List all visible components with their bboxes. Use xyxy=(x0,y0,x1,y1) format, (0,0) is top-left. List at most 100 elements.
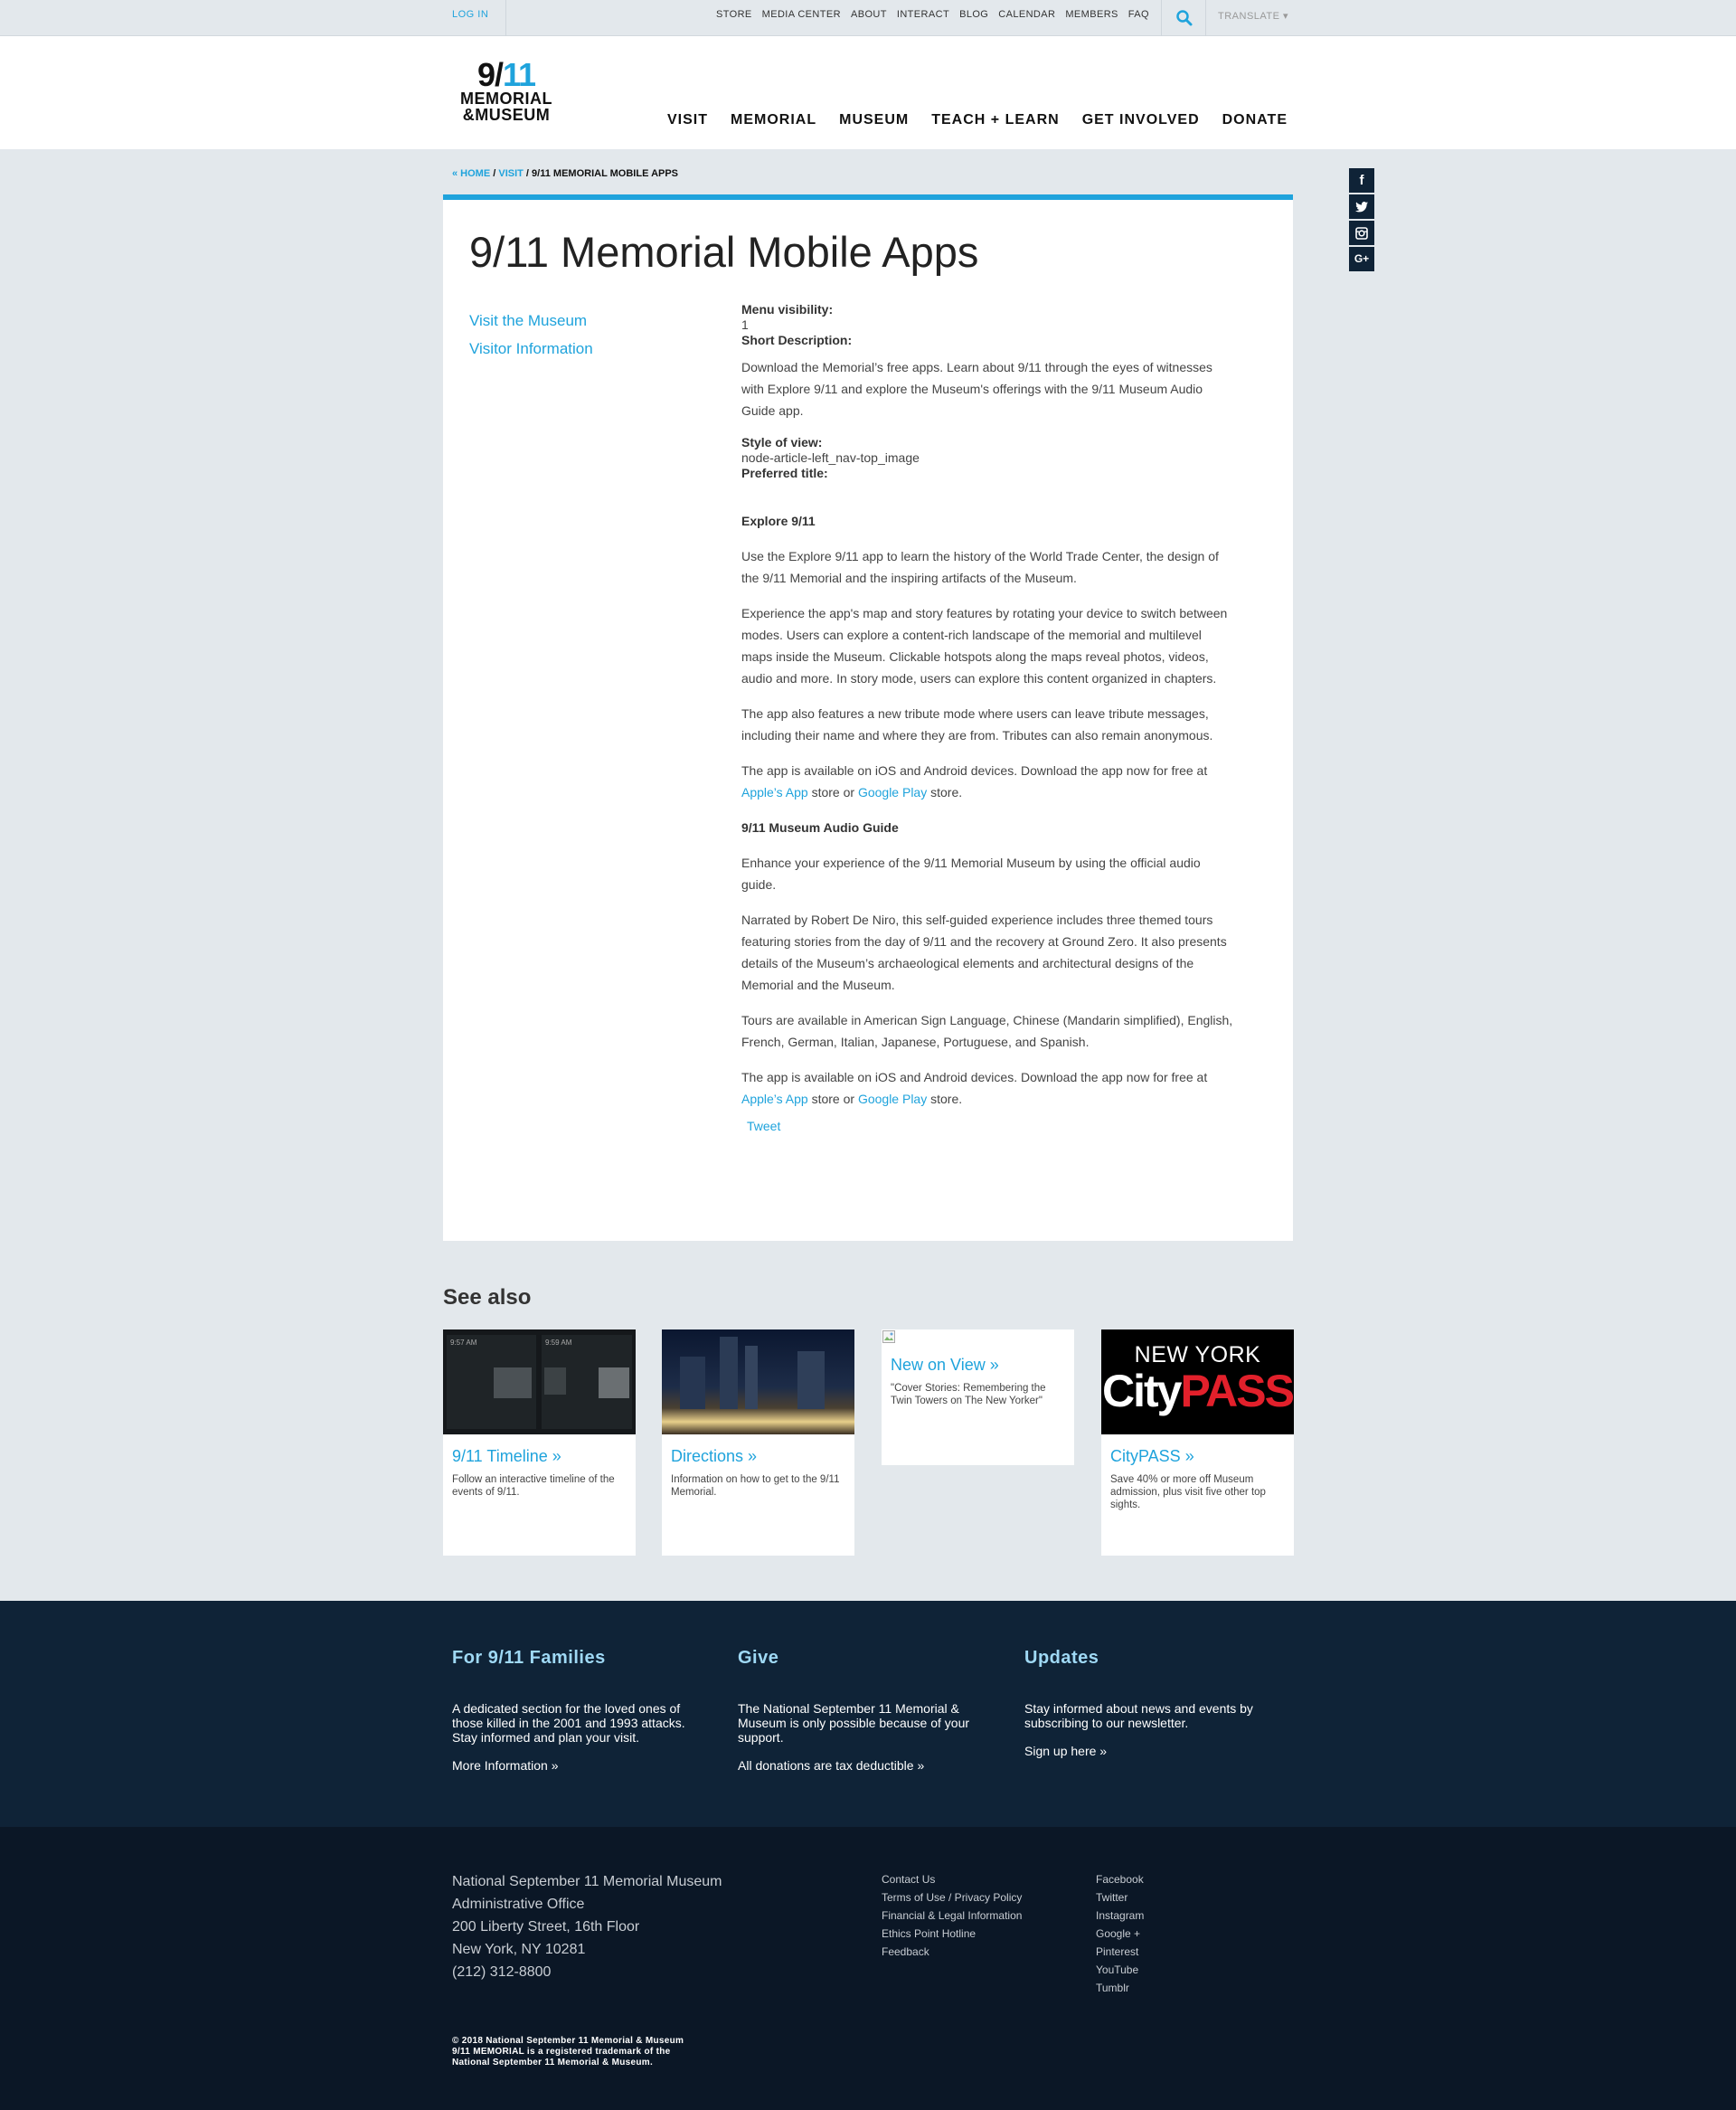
twitter-icon[interactable] xyxy=(1349,194,1374,219)
util-link-calendar[interactable]: CALENDAR xyxy=(998,9,1055,20)
logo-text: NEW YORK xyxy=(1134,1342,1261,1367)
field-label: Preferred title: xyxy=(741,466,828,480)
text: store. xyxy=(927,1092,963,1106)
utility-bar: LOG IN STORE MEDIA CENTER ABOUT INTERACT… xyxy=(0,0,1736,36)
logo-text: PASS xyxy=(1180,1366,1295,1416)
google-plus-icon[interactable]: G+ xyxy=(1349,247,1374,271)
footer-heading: Give xyxy=(738,1648,779,1668)
text: store or xyxy=(807,785,858,800)
nav-item-visit[interactable]: VISIT xyxy=(667,112,708,128)
newsletter-signup-link[interactable]: Sign up here » xyxy=(1024,1744,1107,1758)
copyright-line: 9/11 MEMORIAL is a registered trademark … xyxy=(452,2047,671,2057)
footer-link-tumblr[interactable]: Tumblr xyxy=(1096,1979,1144,1997)
more-information-link[interactable]: More Information » xyxy=(452,1758,559,1773)
footer-heading: For 9/11 Families xyxy=(452,1648,606,1668)
footer-link-ethics[interactable]: Ethics Point Hotline xyxy=(882,1925,1022,1943)
tile-title[interactable]: Directions » xyxy=(671,1447,845,1466)
footer-link-pinterest[interactable]: Pinterest xyxy=(1096,1943,1144,1961)
timeline-time: 9:59 AM xyxy=(545,1339,572,1347)
paragraph: Experience the app's map and story featu… xyxy=(741,606,1228,686)
see-also-tile-timeline[interactable]: 9:57 AM 9:59 AM 9/11 Timeline » Follow a… xyxy=(443,1329,636,1556)
footer-give: Give The National September 11 Memorial … xyxy=(738,1648,982,1774)
field-label: Menu visibility: xyxy=(741,302,834,317)
tile-title[interactable]: New on View » xyxy=(891,1356,1065,1375)
tile-description: Save 40% or more off Museum admission, p… xyxy=(1110,1474,1266,1510)
google-play-link[interactable]: Google Play xyxy=(858,785,927,800)
tile-title[interactable]: CityPASS » xyxy=(1110,1447,1285,1466)
util-link-interact[interactable]: INTERACT xyxy=(897,9,949,20)
nav-item-museum[interactable]: MUSEUM xyxy=(839,112,909,128)
breadcrumb-separator: / xyxy=(490,168,499,179)
text: The app is available on iOS and Android … xyxy=(741,763,1208,778)
tile-description: "Cover Stories: Remembering the Twin Tow… xyxy=(891,1383,1046,1406)
footer-text: A dedicated section for the loved ones o… xyxy=(452,1701,685,1745)
paragraph: Use the Explore 9/11 app to learn the hi… xyxy=(741,549,1219,585)
address-line: 200 Liberty Street, 16th Floor xyxy=(452,1919,640,1935)
paragraph: Enhance your experience of the 9/11 Memo… xyxy=(741,856,1201,892)
util-link-about[interactable]: ABOUT xyxy=(851,9,887,20)
util-link-blog[interactable]: BLOG xyxy=(959,9,988,20)
directions-photo xyxy=(662,1329,854,1434)
footer-promos: For 9/11 Families A dedicated section fo… xyxy=(0,1601,1736,1827)
text: store. xyxy=(927,785,963,800)
breadcrumb-home[interactable]: « HOME xyxy=(452,168,490,179)
footer-link-contact[interactable]: Contact Us xyxy=(882,1870,1022,1888)
breadcrumb-visit[interactable]: VISIT xyxy=(498,168,524,179)
main-nav: VISIT MEMORIAL MUSEUM TEACH + LEARN GET … xyxy=(667,112,1288,128)
leftnav-item-visit-museum[interactable]: Visit the Museum xyxy=(469,312,593,330)
address-line: National September 11 Memorial Museum xyxy=(452,1874,722,1889)
breadcrumb: « HOME / VISIT / 9/11 MEMORIAL MOBILE AP… xyxy=(452,168,678,179)
tweet-button[interactable]: Tweet xyxy=(747,1119,780,1133)
nav-item-get-involved[interactable]: GET INVOLVED xyxy=(1082,112,1200,128)
nav-item-teach-learn[interactable]: TEACH + LEARN xyxy=(931,112,1059,128)
footer-link-facebook[interactable]: Facebook xyxy=(1096,1870,1144,1888)
short-description: Download the Memorial’s free apps. Learn… xyxy=(741,360,1212,418)
footer-link-youtube[interactable]: YouTube xyxy=(1096,1961,1144,1979)
tile-description: Information on how to get to the 9/11 Me… xyxy=(671,1474,840,1498)
breadcrumb-separator: / xyxy=(523,168,533,179)
paragraph: Tours are available in American Sign Lan… xyxy=(741,1013,1233,1049)
field-label: Style of view: xyxy=(741,435,823,449)
util-link-media-center[interactable]: MEDIA CENTER xyxy=(762,9,841,20)
nav-item-memorial[interactable]: MEMORIAL xyxy=(731,112,816,128)
footer-link-terms[interactable]: Terms of Use / Privacy Policy xyxy=(882,1888,1022,1907)
tile-title[interactable]: 9/11 Timeline » xyxy=(452,1447,627,1466)
util-link-store[interactable]: STORE xyxy=(716,9,752,20)
logo-text: MEMORIAL xyxy=(460,90,552,108)
facebook-icon[interactable]: f xyxy=(1349,168,1374,193)
apple-app-store-link[interactable]: Apple’s App xyxy=(741,785,808,800)
footer-link-feedback[interactable]: Feedback xyxy=(882,1943,1022,1961)
footer-text: The National September 11 Memorial & Mus… xyxy=(738,1701,970,1745)
footer-link-google-plus[interactable]: Google + xyxy=(1096,1925,1144,1943)
login-link[interactable]: LOG IN xyxy=(452,9,488,20)
leftnav-item-visitor-information[interactable]: Visitor Information xyxy=(469,340,593,358)
footer-link-financial[interactable]: Financial & Legal Information xyxy=(882,1907,1022,1925)
paragraph: The app is available on iOS and Android … xyxy=(741,760,1234,803)
address-block: National September 11 Memorial Museum Ad… xyxy=(452,1870,722,1983)
footer-social-links: Facebook Twitter Instagram Google + Pint… xyxy=(1096,1870,1144,1997)
see-also-tile-citypass[interactable]: NEW YORK CityPASS CityPASS » Save 40% or… xyxy=(1101,1329,1295,1556)
copyright-line: National September 11 Memorial & Museum. xyxy=(452,2058,654,2067)
instagram-icon[interactable] xyxy=(1349,221,1374,245)
address-line: New York, NY 10281 xyxy=(452,1942,586,1957)
util-link-members[interactable]: MEMBERS xyxy=(1065,9,1118,20)
see-also-tile-directions[interactable]: Directions » Information on how to get t… xyxy=(662,1329,854,1556)
translate-dropdown[interactable]: TRANSLATE ▾ xyxy=(1218,10,1288,22)
google-play-link[interactable]: Google Play xyxy=(858,1092,927,1106)
see-also-tile-new-on-view[interactable]: New on View » "Cover Stories: Rememberin… xyxy=(882,1329,1074,1465)
text: The app is available on iOS and Android … xyxy=(741,1070,1208,1084)
util-link-faq[interactable]: FAQ xyxy=(1128,9,1149,20)
search-button[interactable] xyxy=(1161,0,1206,36)
paragraph: The app also features a new tribute mode… xyxy=(741,706,1213,743)
logo-text: 11 xyxy=(502,56,536,93)
nav-item-donate[interactable]: DONATE xyxy=(1222,112,1288,128)
footer-link-instagram[interactable]: Instagram xyxy=(1096,1907,1144,1925)
donations-link[interactable]: All donations are tax deductible » xyxy=(738,1758,924,1773)
footer-bottom: National September 11 Memorial Museum Ad… xyxy=(0,1827,1736,2110)
apple-app-store-link[interactable]: Apple’s App xyxy=(741,1092,808,1106)
social-share-bar: f G+ xyxy=(1349,168,1374,273)
footer-link-twitter[interactable]: Twitter xyxy=(1096,1888,1144,1907)
footer-families: For 9/11 Families A dedicated section fo… xyxy=(452,1648,696,1774)
logo-text: City xyxy=(1102,1366,1182,1416)
site-logo[interactable]: 9/11 MEMORIAL &MUSEUM xyxy=(452,59,561,124)
